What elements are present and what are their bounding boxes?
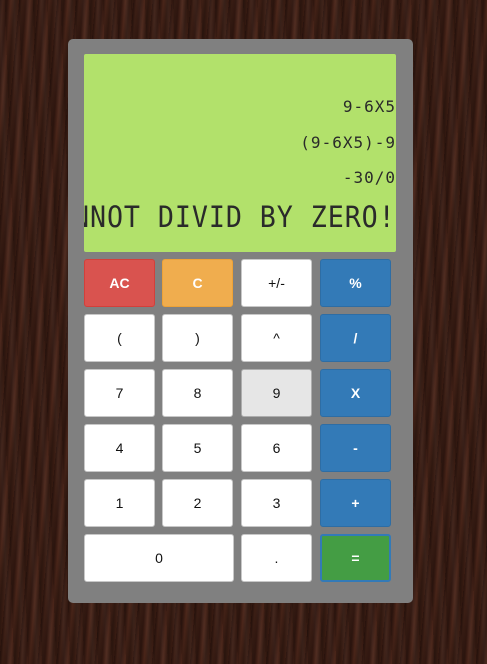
history-line-1: 9-6X5 [342, 97, 396, 116]
calculator: 9-6X5 (9-6X5)-9 -30/0 CANNOT DIVID BY ZE… [68, 39, 413, 603]
three-button[interactable]: 3 [241, 479, 312, 527]
clear-button[interactable]: C [162, 259, 233, 307]
calculator-display: 9-6X5 (9-6X5)-9 -30/0 CANNOT DIVID BY ZE… [84, 54, 396, 252]
four-button[interactable]: 4 [84, 424, 155, 472]
six-button[interactable]: 6 [241, 424, 312, 472]
equals-button[interactable]: = [320, 534, 391, 582]
five-button[interactable]: 5 [162, 424, 233, 472]
history-line-2: (9-6X5)-9 [300, 133, 396, 152]
multiply-button[interactable]: X [320, 369, 391, 417]
result-text: CANNOT DIVID BY ZERO! [84, 200, 396, 234]
plus-button[interactable]: + [320, 479, 391, 527]
right-paren-button[interactable]: ) [162, 314, 233, 362]
decimal-button[interactable]: . [241, 534, 312, 582]
power-button[interactable]: ^ [241, 314, 312, 362]
one-button[interactable]: 1 [84, 479, 155, 527]
nine-button[interactable]: 9 [241, 369, 312, 417]
minus-button[interactable]: - [320, 424, 391, 472]
two-button[interactable]: 2 [162, 479, 233, 527]
seven-button[interactable]: 7 [84, 369, 155, 417]
left-paren-button[interactable]: ( [84, 314, 155, 362]
history-line-3: -30/0 [342, 168, 396, 187]
eight-button[interactable]: 8 [162, 369, 233, 417]
divide-button[interactable]: / [320, 314, 391, 362]
all-clear-button[interactable]: AC [84, 259, 155, 307]
zero-button[interactable]: 0 [84, 534, 234, 582]
percent-button[interactable]: % [320, 259, 391, 307]
negate-button[interactable]: +/- [241, 259, 312, 307]
